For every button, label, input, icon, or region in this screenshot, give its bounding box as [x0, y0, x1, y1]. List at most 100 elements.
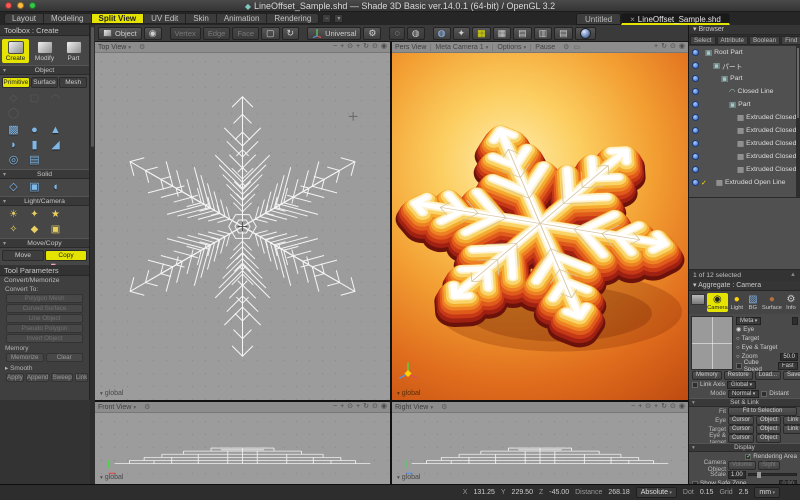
visibility-toggle[interactable]: [692, 101, 699, 108]
display-section-header[interactable]: ▾Display: [689, 443, 800, 452]
visibility-toggle[interactable]: [692, 166, 699, 173]
tree-item-closed-line[interactable]: ◠Closed Line: [689, 85, 800, 98]
tab-untitled[interactable]: Untitled: [576, 13, 621, 25]
mode-create-button[interactable]: Create: [2, 39, 29, 63]
object-type-tab-2[interactable]: Mesh: [59, 77, 87, 88]
aggregate-header[interactable]: ▾ Aggregate : Camera: [689, 281, 800, 291]
quad-view-button[interactable]: ▦: [472, 27, 491, 40]
magnifier-icon[interactable]: ⊙: [347, 402, 353, 412]
browser-tab-attribute[interactable]: Attribute: [717, 36, 748, 45]
primitive-tool-5[interactable]: ◢: [45, 138, 66, 153]
aggregate-tab-bg[interactable]: ▨BG: [746, 293, 760, 312]
link-axis-dropdown[interactable]: Global: [727, 381, 756, 389]
gear-icon[interactable]: ⚙: [441, 403, 447, 411]
zoom-radio[interactable]: ○: [736, 354, 740, 360]
memory-button-0[interactable]: Memorize: [6, 353, 44, 362]
extra-tool-button-1[interactable]: ◌: [389, 27, 404, 40]
coordinate-mode-dropdown[interactable]: Absolute: [636, 487, 677, 498]
camera-tool-button[interactable]: ◉: [144, 27, 162, 40]
visibility-toggle[interactable]: [692, 127, 699, 134]
magnifier-icon[interactable]: ⊙: [347, 42, 353, 52]
set-link-section-header[interactable]: ▾Set & Link: [689, 398, 800, 407]
camera-preview[interactable]: [691, 316, 733, 370]
top-view-menu[interactable]: Top View: [98, 44, 135, 51]
primitive-tool-7[interactable]: ▤: [24, 153, 45, 168]
tree-scrollbar[interactable]: [796, 46, 800, 197]
viewport-pers[interactable]: Pers View Meta Camera 1 Options Pause ⚙ …: [392, 42, 688, 400]
pers-view-canvas[interactable]: [392, 53, 688, 400]
edge-mode-button[interactable]: Edge: [203, 27, 231, 40]
zoom-tool-icon[interactable]: ⊙: [372, 402, 378, 412]
target-link-button[interactable]: Link: [783, 425, 800, 434]
rendering-area-checkbox[interactable]: ✓: [745, 454, 751, 460]
workspace-tab-0[interactable]: Layout: [4, 13, 43, 24]
tree-item-extruded-open-line[interactable]: ✓▦Extruded Open Line: [689, 176, 800, 189]
gear-icon[interactable]: ⚙: [144, 403, 150, 411]
orbit-icon[interactable]: ↻: [661, 42, 667, 52]
right-view-canvas[interactable]: [392, 413, 688, 484]
smooth-button-2[interactable]: Sweep: [51, 373, 72, 382]
target-object-button[interactable]: Object: [756, 425, 781, 434]
load-button[interactable]: Load...: [755, 371, 781, 380]
front-view-canvas[interactable]: [95, 413, 390, 484]
object-type-tab-1[interactable]: Surface: [31, 77, 59, 88]
zoom-value-field[interactable]: 50.0: [780, 353, 798, 361]
visibility-toggle[interactable]: [692, 75, 699, 82]
tree-item-extruded-closed-4[interactable]: ▦Extruded Closed: [689, 150, 800, 163]
workspace-tab-2[interactable]: Split View: [91, 13, 144, 24]
zoom-out-icon[interactable]: −: [333, 402, 337, 412]
meta-dropdown[interactable]: Meta: [736, 317, 761, 325]
pan-icon[interactable]: +: [654, 42, 658, 52]
right-view-menu[interactable]: Right View: [395, 404, 437, 411]
pers-view-label[interactable]: Pers View: [395, 44, 430, 51]
layout-view-button-1[interactable]: ▤: [513, 27, 532, 40]
menu-extra-button-2[interactable]: ▾: [334, 14, 343, 23]
aggregate-tab-surface[interactable]: ●Surface: [762, 293, 782, 312]
toolbox-header[interactable]: Toolbox : Create: [0, 25, 89, 36]
shading-mode-button[interactable]: [575, 27, 596, 40]
convert-button-1[interactable]: Curved Surface: [6, 304, 83, 313]
target-radio[interactable]: ○: [736, 336, 740, 342]
scale-field[interactable]: 1.00: [728, 471, 746, 479]
primitive-tool-6[interactable]: ◎: [3, 153, 24, 168]
tool-settings-button[interactable]: ⚙: [363, 27, 381, 40]
solid-tool-1[interactable]: ▣: [24, 180, 45, 195]
comment-icon[interactable]: ▭: [573, 43, 580, 51]
pan-icon[interactable]: +: [654, 402, 658, 412]
tree-item-extruded-closed-1[interactable]: ▦Extruded Closed: [689, 111, 800, 124]
zoom-tool-icon[interactable]: ⊙: [670, 402, 676, 412]
top-view-canvas[interactable]: [95, 53, 390, 400]
tree-item-part[interactable]: ▣Part: [689, 72, 800, 85]
smooth-button-0[interactable]: Apply: [6, 373, 24, 382]
zoom-tool-icon[interactable]: ⊙: [670, 42, 676, 52]
primitive-tool-disabled-3[interactable]: ◯: [3, 106, 24, 121]
eye-cursor-button[interactable]: Cursor: [728, 416, 754, 425]
object-type-tab-0[interactable]: Primitive: [2, 77, 30, 88]
solid-tool-0[interactable]: ◇: [3, 180, 24, 195]
move-copy-tab-1[interactable]: Copy: [45, 250, 87, 261]
close-tab-icon[interactable]: ×: [630, 15, 635, 24]
scale-slider[interactable]: [748, 473, 797, 476]
orbit-icon[interactable]: ↻: [363, 42, 369, 52]
workspace-tab-3[interactable]: UV Edit: [143, 13, 185, 24]
eyetarget-cursor-button[interactable]: Cursor: [728, 434, 754, 443]
eye-target-radio[interactable]: ○: [736, 345, 740, 351]
viewport-right[interactable]: Right View ⚙ − + ⊙ + ↻ ⊙ ◉ ▾global: [392, 402, 688, 484]
universal-manipulator-button[interactable]: Universal: [307, 27, 361, 40]
eye-object-button[interactable]: Object: [756, 416, 781, 425]
collapse-icon[interactable]: ▲: [790, 270, 796, 281]
zoom-out-icon[interactable]: −: [333, 42, 337, 52]
convert-button-0[interactable]: Polygon Mesh: [6, 294, 83, 303]
workspace-tab-1[interactable]: Modeling: [43, 13, 90, 24]
zoom-tool-icon[interactable]: ⊙: [372, 42, 378, 52]
browser-header[interactable]: ▾ Browser: [689, 25, 800, 35]
workspace-tab-4[interactable]: Skin: [185, 13, 216, 24]
move-copy-section-header[interactable]: ▾Move/Copy: [0, 238, 89, 248]
aggregate-tab-camera[interactable]: ◉Camera: [707, 293, 728, 312]
eye-link-button[interactable]: Link: [783, 416, 800, 425]
primitive-tool-1[interactable]: ●: [24, 123, 45, 138]
memory-button[interactable]: Memory: [692, 371, 722, 380]
pers-pause-button[interactable]: Pause: [530, 44, 559, 51]
view-options-icon[interactable]: ◉: [679, 402, 685, 412]
pan-icon[interactable]: +: [356, 42, 360, 52]
